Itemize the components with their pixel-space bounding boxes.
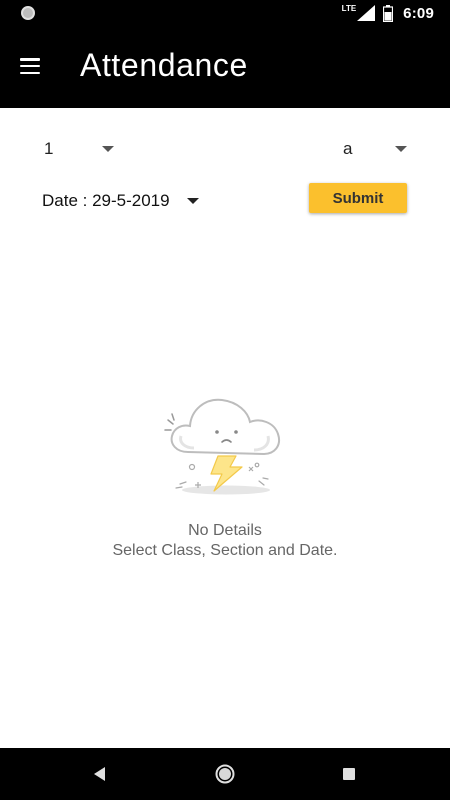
status-right-group: LTE 6:09	[342, 0, 434, 26]
chevron-down-icon	[102, 146, 114, 152]
chevron-down-icon	[395, 146, 407, 152]
signal-icon	[357, 5, 376, 21]
date-dropdown-value: Date : 29-5-2019	[42, 191, 170, 210]
notification-circle-icon	[21, 6, 35, 20]
recents-icon[interactable]	[337, 762, 361, 786]
section-dropdown[interactable]: a	[343, 134, 415, 164]
sad-cloud-lightning-icon	[164, 398, 280, 495]
app-bar: Attendance	[0, 26, 450, 108]
battery-icon	[383, 4, 394, 22]
attendance-screen: LTE 6:09 Attendance 1 a Date : 29-5-2019	[0, 0, 450, 800]
status-bar: LTE 6:09	[0, 0, 450, 26]
network-type-label: LTE	[341, 4, 357, 13]
navigation-bar	[0, 748, 450, 800]
empty-state-subtitle: Select Class, Section and Date.	[112, 542, 338, 559]
empty-state-title: No Details	[188, 522, 262, 539]
hamburger-menu-icon[interactable]	[20, 58, 40, 75]
home-icon[interactable]	[213, 762, 237, 786]
back-icon[interactable]	[88, 762, 112, 786]
section-dropdown-value: a	[343, 139, 353, 158]
page-title: Attendance	[80, 47, 248, 83]
class-dropdown[interactable]: 1	[44, 134, 124, 164]
submit-button[interactable]: Submit	[309, 183, 407, 213]
date-dropdown[interactable]: Date : 29-5-2019	[42, 186, 212, 216]
chevron-down-icon	[187, 198, 199, 204]
class-dropdown-value: 1	[44, 139, 54, 158]
status-time: 6:09	[403, 4, 434, 22]
